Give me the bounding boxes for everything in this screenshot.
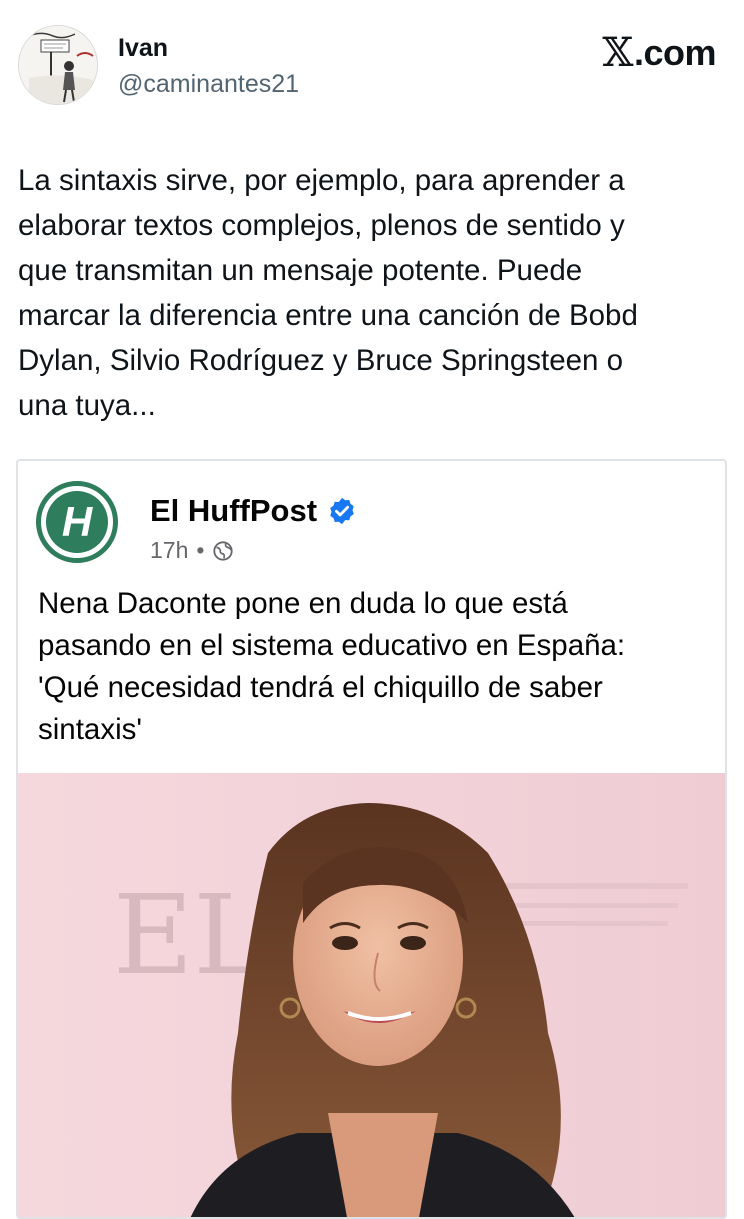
page-name-label: El HuffPost [150, 493, 318, 528]
quoted-line: sintaxis' [38, 713, 142, 746]
tweet-line: elaborar textos complejos, plenos de sen… [18, 209, 625, 242]
quoted-line: Nena Daconte pone en duda lo que está [38, 587, 568, 620]
tweet-line: una tuya... [18, 389, 156, 422]
avatar[interactable] [18, 25, 98, 105]
author-handle[interactable]: @caminantes21 [118, 70, 299, 99]
huffpost-logo-letter: H [61, 498, 93, 545]
tweet-line: marcar la diferencia entre una canción d… [18, 299, 638, 332]
x-logo-icon: 𝕏 [602, 30, 633, 76]
post-meta: 17h • [150, 537, 234, 564]
portrait-illustration: EL [18, 773, 725, 1217]
quoted-line: pasando en el sistema educativo en Españ… [38, 629, 626, 662]
backdrop-text: EL [113, 871, 266, 999]
tweet-line: que transmitan un mensaje potente. Puede [18, 254, 583, 287]
x-logo-text: .com [633, 32, 717, 73]
avatar-drawing [19, 26, 97, 104]
globe-icon [213, 540, 234, 561]
tweet-line: La sintaxis sirve, por ejemplo, para apr… [18, 164, 625, 197]
tweet-header: Ivan @caminantes21 𝕏 .com [0, 0, 744, 130]
author-name[interactable]: Ivan [118, 34, 168, 63]
quoted-post-card[interactable]: H El HuffPost 17h • Nena Daconte pone en… [16, 459, 727, 1219]
quoted-line: 'Qué necesidad tendrá el chiquillo de sa… [38, 671, 603, 704]
verified-badge-icon [330, 497, 354, 525]
meta-separator: • [196, 537, 205, 563]
tweet-line: Dylan, Silvio Rodríguez y Bruce Springst… [18, 344, 624, 377]
tweet-text: La sintaxis sirve, por ejemplo, para apr… [18, 158, 723, 428]
post-time[interactable]: 17h [150, 537, 188, 564]
huffpost-logo-inner: H [46, 491, 108, 553]
post-photo[interactable]: EL [18, 773, 725, 1217]
x-logo: 𝕏 .com [602, 30, 716, 76]
page-name[interactable]: El HuffPost [150, 493, 357, 529]
huffpost-logo[interactable]: H [36, 481, 118, 563]
quoted-post-text: Nena Daconte pone en duda lo que está pa… [38, 583, 718, 751]
